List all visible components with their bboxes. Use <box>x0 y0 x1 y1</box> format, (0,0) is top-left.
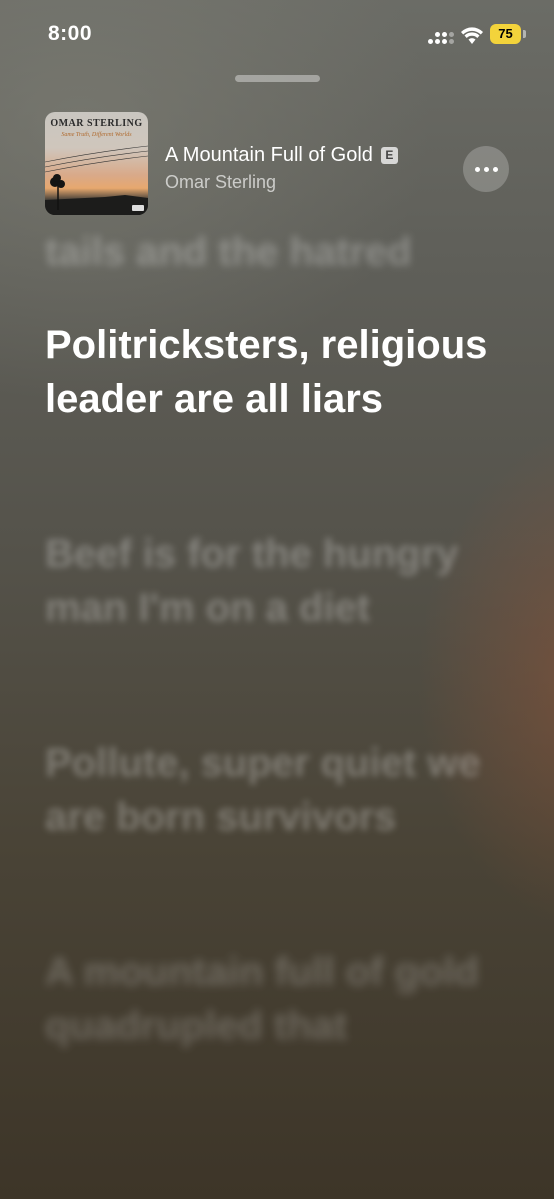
artwork-subtitle: Same Truth, Different Worlds <box>61 132 132 138</box>
battery-level: 75 <box>490 24 521 44</box>
artwork-scene <box>45 145 148 215</box>
status-time: 8:00 <box>48 22 93 45</box>
lyric-line-previous[interactable]: tails and the hatred <box>45 225 505 269</box>
song-title-text: A Mountain Full of Gold <box>165 144 373 166</box>
explicit-badge: E <box>380 147 398 164</box>
artwork-title: Omar Sterling <box>50 118 143 129</box>
album-artwork[interactable]: Omar Sterling Same Truth, Different Worl… <box>45 112 148 215</box>
wifi-icon <box>461 27 483 44</box>
battery-icon: 75 <box>490 24 526 44</box>
status-bar: 8:00 75 <box>0 0 554 70</box>
lyric-line-next-2[interactable]: Pollute, super quiet we are born survivo… <box>45 736 505 844</box>
lyric-line-current[interactable]: Politricksters, religious leader are all… <box>45 318 505 426</box>
cellular-signal-icon <box>428 30 454 46</box>
lyric-line-next-1[interactable]: Beef is for the hungry man I'm on a diet <box>45 527 505 635</box>
song-title[interactable]: A Mountain Full of Gold E <box>165 144 398 167</box>
artist-name[interactable]: Omar Sterling <box>165 172 276 193</box>
ellipsis-icon <box>474 166 498 172</box>
more-button[interactable] <box>463 146 509 192</box>
lyric-line-next-3[interactable]: A mountain full of gold quadrupled that <box>45 945 505 1053</box>
sheet-grabber[interactable] <box>235 75 320 82</box>
